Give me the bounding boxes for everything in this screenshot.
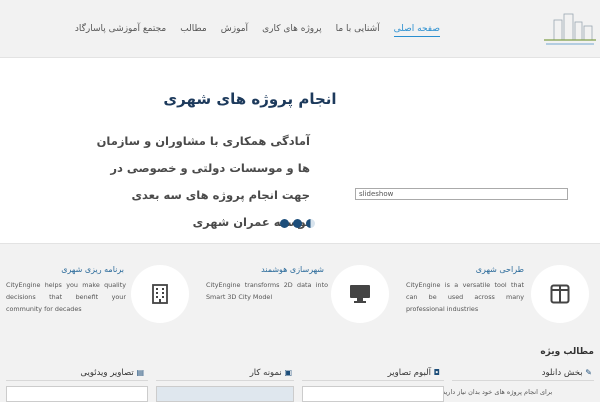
nav-pasargad[interactable]: مجتمع آموزشی پاسارگاد [75,24,166,37]
col-video-header[interactable]: ▤ تصاویر ویدئویی [80,368,144,378]
col-samples-divider [156,380,294,381]
layout-icon [550,284,570,304]
building-icon [152,284,168,304]
hero-slider: انجام پروژه های شهری آمادگی همکاری با مش… [0,57,600,244]
col-download-label: بخش دانلود [541,368,583,378]
feature-text-urban-design: CityEngine is a versatile tool that can … [406,281,524,313]
slider-dot-3[interactable] [306,219,315,228]
main-nav: صفحه اصلی آشنایی با ما پروژه های کاری آم… [75,24,440,37]
col-samples-header[interactable]: ▣ نمونه کار [250,368,292,378]
monitor-icon [350,285,370,303]
nav-about[interactable]: آشنایی با ما [336,24,380,37]
pencil-icon: ✎ [585,368,592,377]
nav-home[interactable]: صفحه اصلی [393,24,440,37]
download-description: برای انجام پروژه های خود بدان نیاز دارید… [440,388,553,396]
slide-text: آمادگی همکاری با مشاوران و سازمان ها و م… [96,134,310,229]
col-album-label: آلبوم تصاویر [387,368,431,378]
col-download-divider [452,380,594,381]
feature-circle-urban-design [531,265,589,323]
camera-icon: ◘ [433,368,440,377]
feature-text-smart-city: CityEngine transforms 2D data into Smart… [206,281,328,301]
feature-text-urban-planning: CityEngine helps you make quality decisi… [6,281,126,313]
col-video-label: تصاویر ویدئویی [80,368,134,378]
slider-dot-2[interactable] [293,219,302,228]
feature-title-urban-planning[interactable]: برنامه ریزی شهری [61,265,124,274]
col-video-divider [6,380,148,381]
film-icon: ▤ [136,368,144,377]
nav-education[interactable]: آموزش [221,24,248,37]
city-logo-icon[interactable] [538,10,598,48]
nav-projects[interactable]: پروژه های کاری [262,24,322,37]
featured-section-title: مطالب ویژه [540,347,594,357]
col-album-header[interactable]: ◘ آلبوم تصاویر [388,368,440,378]
nav-articles[interactable]: مطالب [180,24,207,37]
slider-dot-1[interactable] [280,219,289,228]
feature-title-smart-city[interactable]: شهرسازی هوشمند [261,265,324,274]
col-download-header[interactable]: ✎ بخش دانلود [542,368,592,378]
feature-title-urban-design[interactable]: طراحی شهری [476,265,524,274]
slider-dots [280,219,315,228]
feature-circle-smart-city [331,265,389,323]
picture-icon: ▣ [284,368,292,377]
slide-title: انجام پروژه های شهری [163,90,337,108]
feature-circle-urban-planning [131,265,189,323]
site-header: صفحه اصلی آشنایی با ما پروژه های کاری آم… [0,0,600,56]
slideshow-placeholder: slideshow [355,188,568,200]
col-album-divider [302,380,444,381]
col-samples-label: نمونه کار [249,368,282,378]
